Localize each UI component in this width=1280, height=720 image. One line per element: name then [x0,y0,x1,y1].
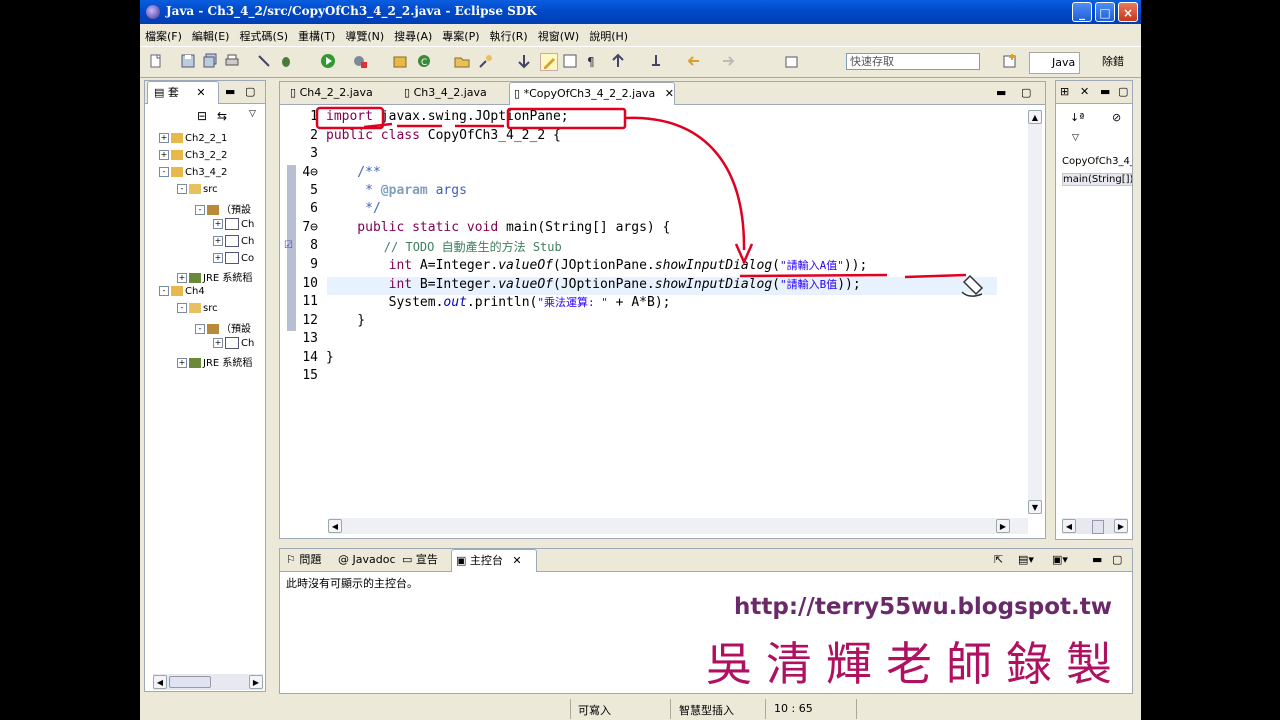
annotation-underline [904,273,967,279]
watermark-author: 吳清輝老師錄製 [706,637,1126,691]
annotation-box-joptionpane [506,107,627,130]
pen-cursor-icon [961,274,984,297]
watermark-url: http://terry55wu.blogspot.tw [734,594,1113,620]
annotation-underline [363,122,393,129]
annotation-underline [739,273,888,278]
annotation-arrow [624,116,746,251]
